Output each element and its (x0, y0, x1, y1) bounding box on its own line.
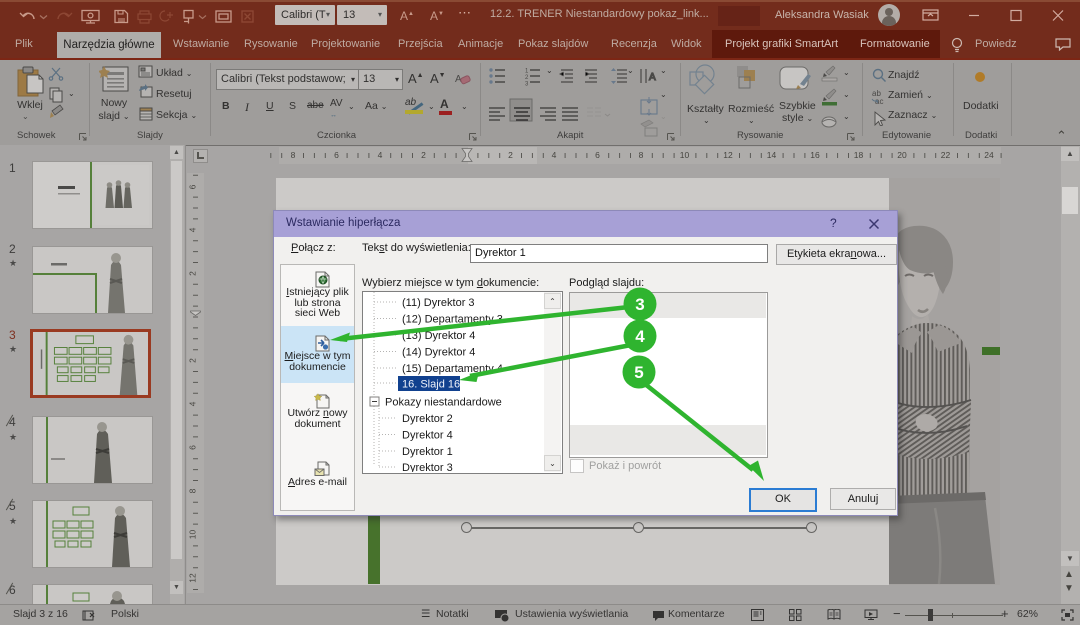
svg-text:3: 3 (635, 295, 644, 314)
svg-text:5: 5 (634, 363, 643, 382)
svg-text:4: 4 (635, 327, 645, 346)
